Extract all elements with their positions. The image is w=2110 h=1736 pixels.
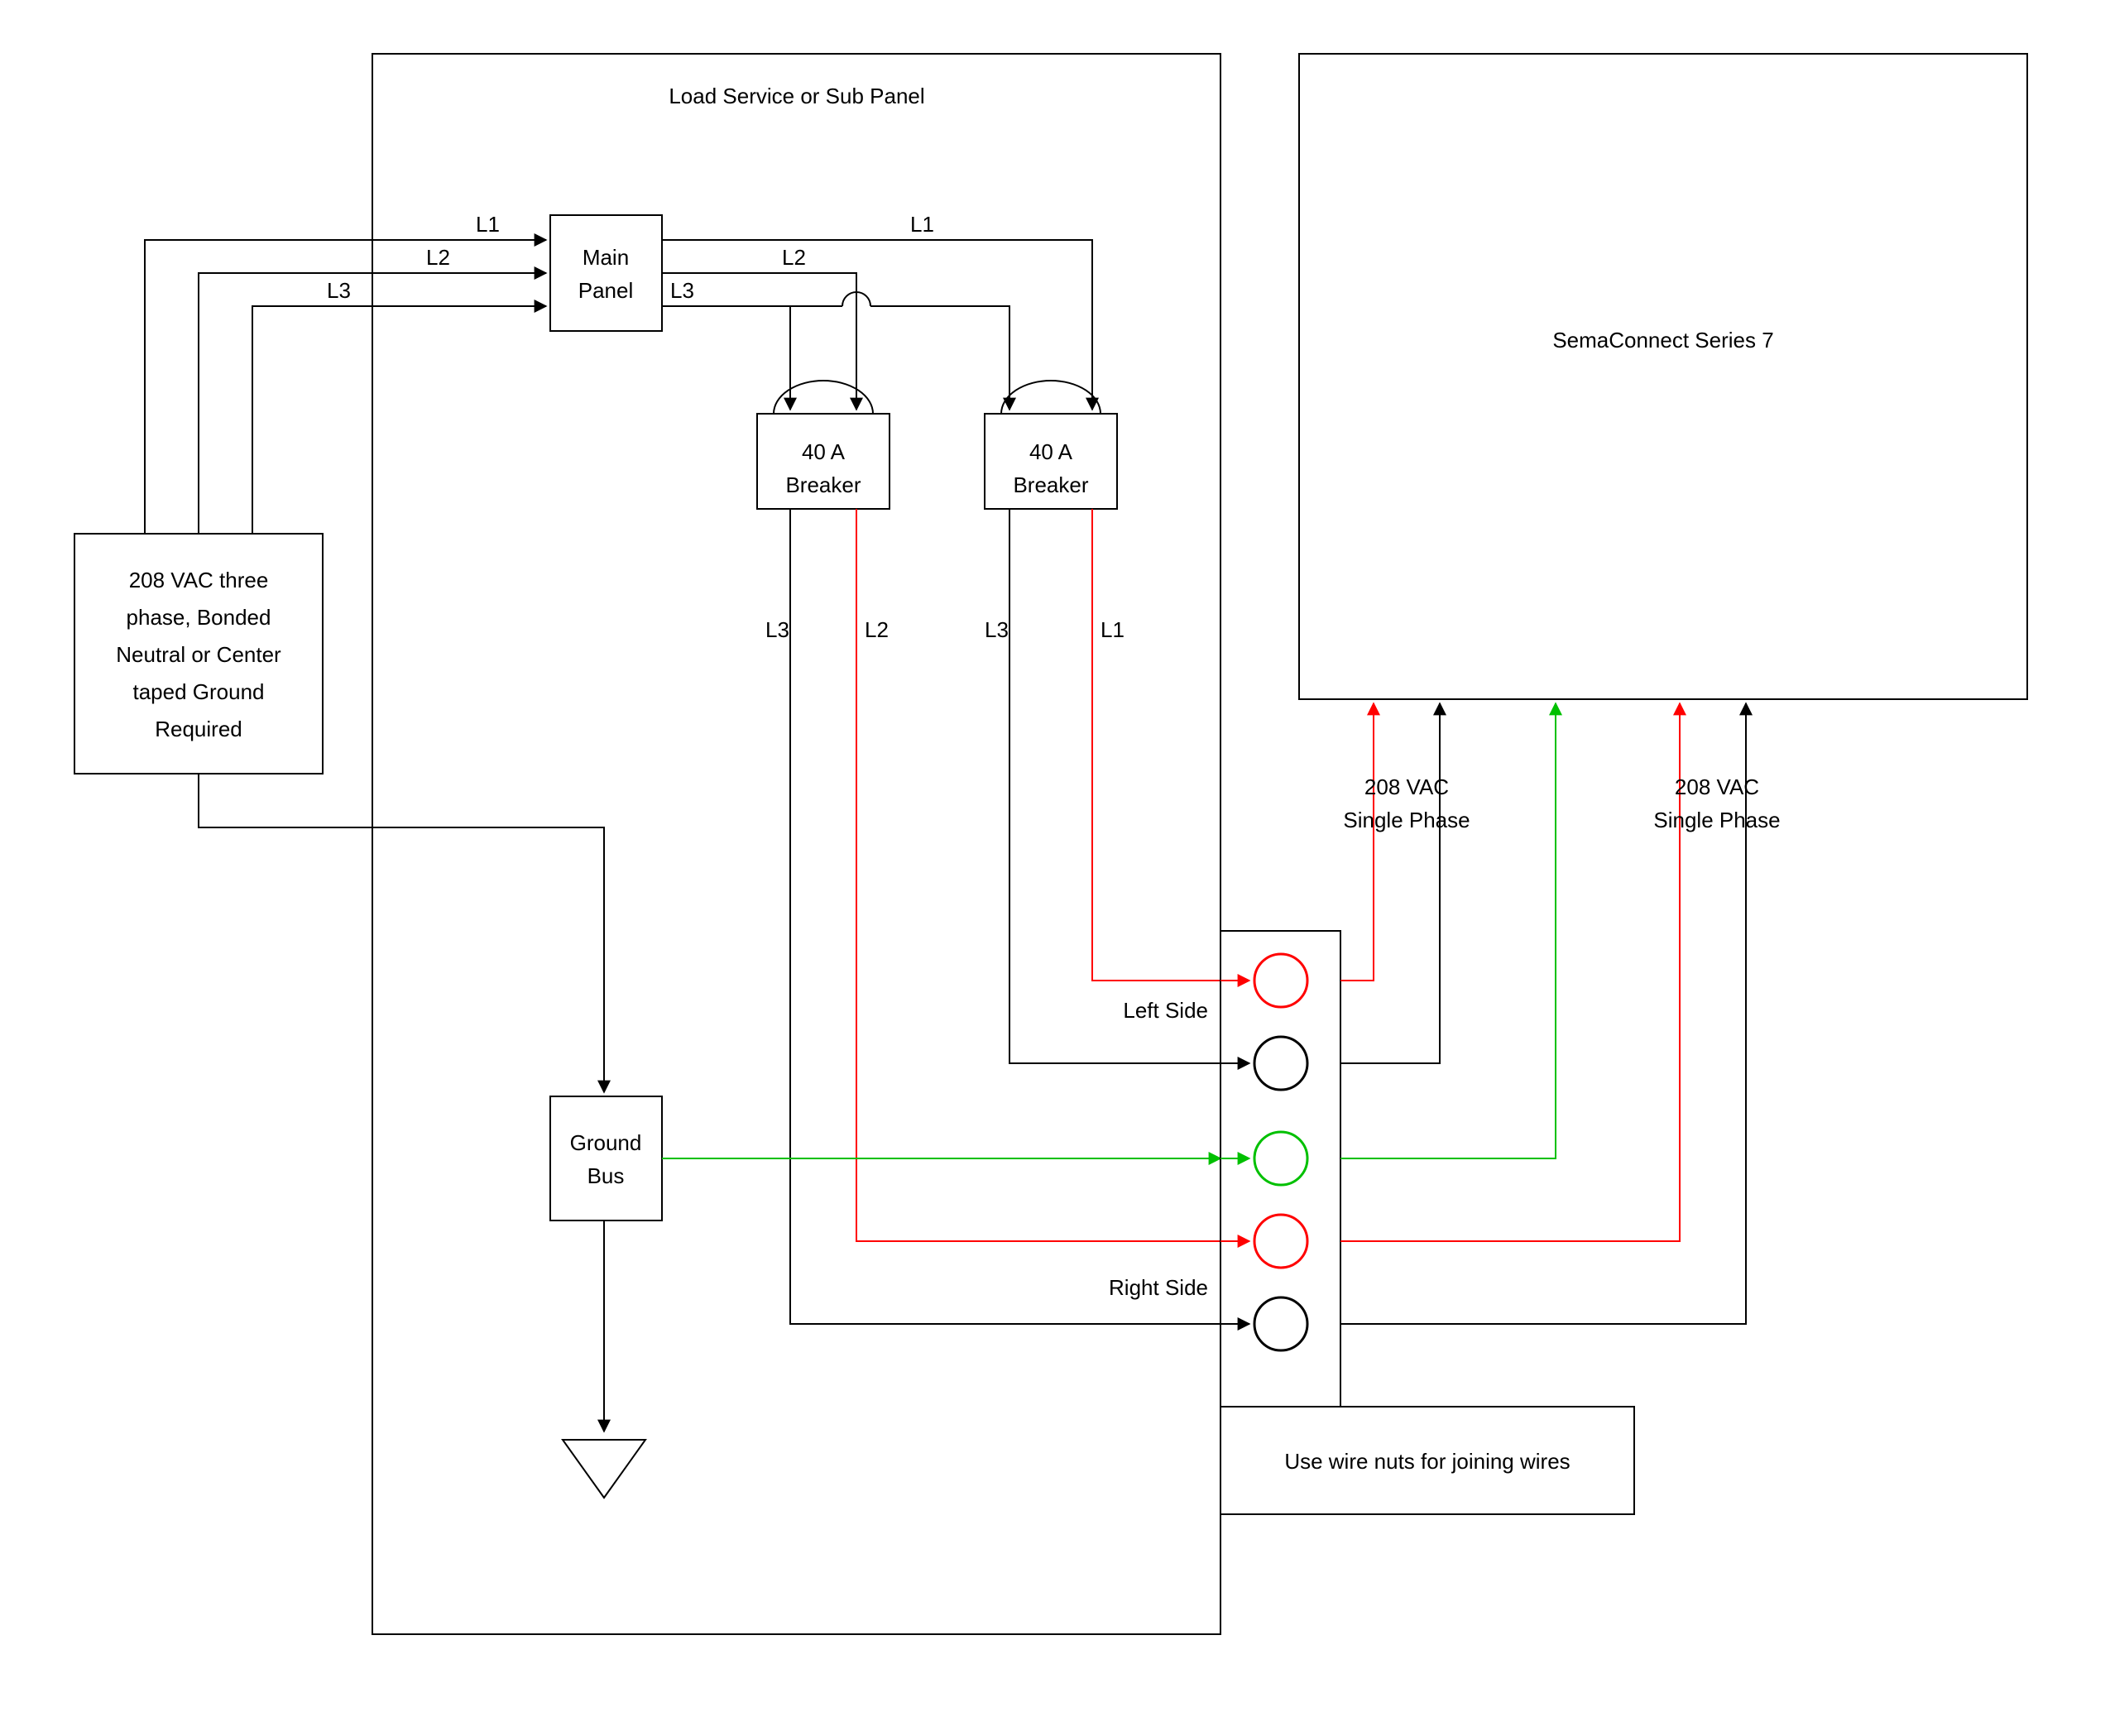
sema-label: SemaConnect Series 7 (1552, 328, 1773, 352)
wiring-diagram: Load Service or Sub Panel 208 VAC three … (0, 0, 2110, 1736)
terminal-2-black (1254, 1037, 1307, 1090)
label-L3-in: L3 (327, 278, 351, 303)
wire-src-ground (199, 774, 604, 1092)
terminal-3-green (1254, 1132, 1307, 1185)
main-panel-box (550, 215, 662, 331)
note-text: Use wire nuts for joining wires (1284, 1449, 1570, 1474)
main-panel-l1: Main (583, 245, 629, 270)
vac1-l1: 208 VAC (1364, 774, 1449, 799)
source-l4: taped Ground (132, 679, 264, 704)
breaker2-amp: 40 A (1029, 439, 1073, 464)
label-b1-L2: L2 (865, 617, 889, 642)
label-b1-L3: L3 (765, 617, 789, 642)
vac2-l1: 208 VAC (1675, 774, 1759, 799)
breaker1-amp: 40 A (802, 439, 846, 464)
sub-panel-title: Load Service or Sub Panel (669, 84, 924, 108)
source-l3: Neutral or Center (116, 642, 281, 667)
ground-bus-box (550, 1096, 662, 1220)
label-L1-in: L1 (476, 212, 500, 237)
terminal-1-red (1254, 954, 1307, 1007)
label-L2-in: L2 (426, 245, 450, 270)
label-L1-mp: L1 (910, 212, 934, 237)
source-l2: phase, Bonded (127, 605, 271, 630)
terminal-4-red (1254, 1215, 1307, 1268)
ground-bus-l1: Ground (570, 1130, 642, 1155)
wire-t2-up (1340, 703, 1440, 1063)
vac1-l2: Single Phase (1343, 808, 1470, 832)
breaker2-arc (1001, 381, 1101, 414)
wire-L3-in (252, 306, 546, 534)
ground-symbol (563, 1440, 645, 1498)
main-panel-l2: Panel (578, 278, 634, 303)
wire-b1-L2-out (856, 509, 1220, 1241)
wire-L3-branch-b (870, 306, 1009, 410)
label-b2-L3: L3 (985, 617, 1009, 642)
left-side-label: Left Side (1123, 998, 1208, 1023)
label-L2-mp: L2 (782, 245, 806, 270)
right-side-label: Right Side (1109, 1275, 1208, 1300)
wire-L3-mp-b1 (662, 306, 790, 410)
label-L3-mp: L3 (670, 278, 694, 303)
sema-box (1299, 54, 2027, 699)
wire-t1-up (1340, 703, 1374, 981)
terminal-block (1220, 931, 1340, 1407)
label-b2-L1: L1 (1101, 617, 1125, 642)
terminal-5-black (1254, 1297, 1307, 1350)
breaker1-label: Breaker (785, 472, 861, 497)
sub-panel-box (372, 54, 1220, 1634)
source-l5: Required (155, 717, 242, 741)
vac2-l2: Single Phase (1653, 808, 1780, 832)
breaker2-label: Breaker (1013, 472, 1088, 497)
breaker1-arc (774, 381, 873, 414)
ground-bus-l2: Bus (587, 1163, 625, 1188)
wire-b2-L1-out (1092, 509, 1220, 981)
source-l1: 208 VAC three (129, 568, 269, 592)
